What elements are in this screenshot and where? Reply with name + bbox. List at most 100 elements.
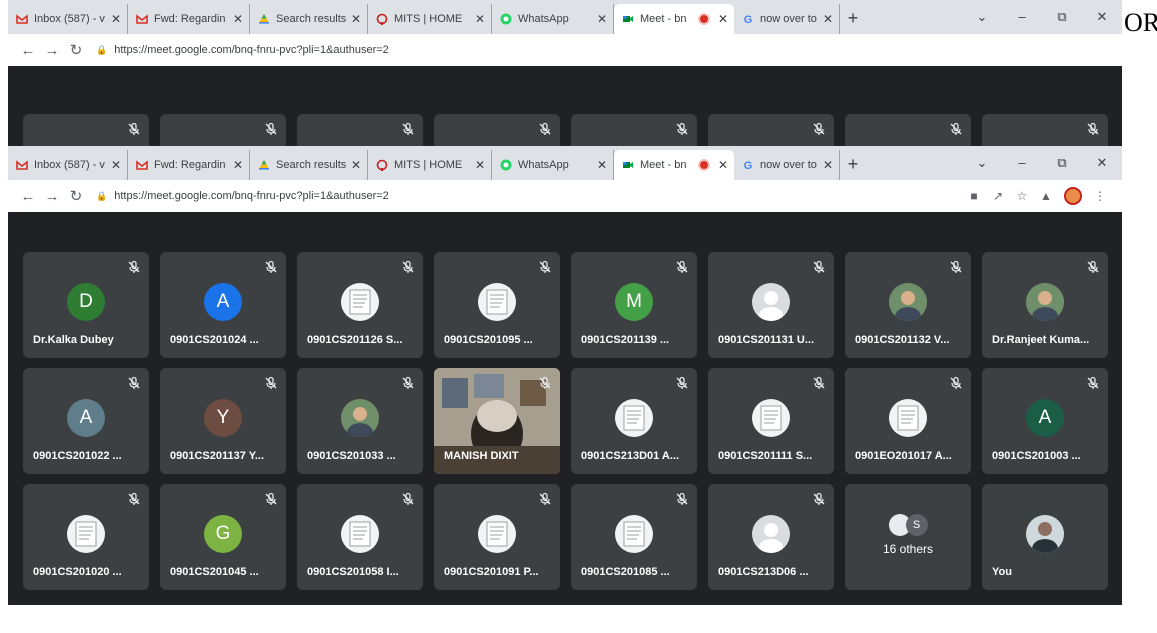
tab-strip: Inbox (587) - v ✕ Fwd: Regardin ✕ Search res… (8, 146, 1122, 180)
meet-icon (622, 13, 634, 25)
profile-avatar-icon[interactable] (1064, 187, 1082, 205)
tab-search-icon[interactable]: ⌄ (962, 146, 1002, 180)
tab-6[interactable]: Gnow over to yo ✕ (734, 150, 840, 180)
tab-5[interactable]: Meet - bn ✕ (614, 4, 734, 34)
tab-3[interactable]: MITS | HOME ✕ (368, 4, 492, 34)
close-window-button[interactable]: ✕ (1082, 146, 1122, 180)
others-tile[interactable]: S 16 others (845, 484, 971, 590)
participant-name: Dr.Ranjeet Kuma... (992, 334, 1090, 346)
bookmark-star-icon[interactable]: ☆ (1010, 189, 1034, 203)
participant-tile[interactable]: 0901CS213D06 ... (708, 484, 834, 590)
tab-2[interactable]: Search results ✕ (250, 150, 368, 180)
tab-title: Inbox (587) - v (34, 159, 105, 171)
close-tab-icon[interactable]: ✕ (823, 158, 833, 172)
close-tab-icon[interactable]: ✕ (111, 158, 121, 172)
close-window-button[interactable]: ✕ (1082, 0, 1122, 34)
participant-tile[interactable]: 0901CS213D01 A... (571, 368, 697, 474)
muted-mic-icon (538, 376, 552, 390)
minimize-button[interactable]: – (1002, 0, 1042, 34)
participant-tile[interactable]: 0901CS201132 V... (845, 252, 971, 358)
close-tab-icon[interactable]: ✕ (233, 158, 243, 172)
minimize-button[interactable]: – (1002, 146, 1042, 180)
restore-button[interactable]: ⧉ (1042, 0, 1082, 34)
tab-2[interactable]: Search results ✕ (250, 4, 368, 34)
participant-tile[interactable]: A 0901CS201003 ... (982, 368, 1108, 474)
participant-tile[interactable]: 0901CS201111 S... (708, 368, 834, 474)
participant-tile[interactable]: 0901EO201017 A... (845, 368, 971, 474)
forward-icon[interactable]: → (40, 42, 64, 59)
whatsapp-icon (500, 159, 512, 171)
reload-icon[interactable]: ↻ (64, 41, 88, 59)
participant-tile-partial (434, 114, 560, 148)
gmail-icon (16, 13, 28, 25)
new-tab-button[interactable]: + (840, 150, 866, 180)
close-tab-icon[interactable]: ✕ (475, 12, 485, 26)
tab-search-icon[interactable]: ⌄ (962, 0, 1002, 34)
participant-tile[interactable]: 0901CS201058 I... (297, 484, 423, 590)
menu-icon[interactable]: ⋮ (1088, 189, 1112, 203)
reload-icon[interactable]: ↻ (64, 187, 88, 205)
participant-avatar (615, 515, 653, 553)
close-tab-icon[interactable]: ✕ (597, 12, 607, 26)
participant-avatar (889, 399, 927, 437)
participant-tile[interactable]: A 0901CS201024 ... (160, 252, 286, 358)
mits-icon (376, 159, 388, 171)
participant-tile[interactable]: Y 0901CS201137 Y... (160, 368, 286, 474)
back-icon[interactable]: ← (16, 42, 40, 59)
close-tab-icon[interactable]: ✕ (823, 12, 833, 26)
close-tab-icon[interactable]: ✕ (233, 12, 243, 26)
close-tab-icon[interactable]: ✕ (475, 158, 485, 172)
participant-tile[interactable]: Dr.Ranjeet Kuma... (982, 252, 1108, 358)
participant-tile[interactable]: 0901CS201033 ... (297, 368, 423, 474)
overlay-text: OR (1124, 8, 1157, 37)
participant-tile[interactable]: M 0901CS201139 ... (571, 252, 697, 358)
extensions-icon[interactable]: ▲ (1034, 189, 1058, 203)
participant-tile-partial (160, 114, 286, 148)
participant-avatar (752, 283, 790, 321)
participant-tile[interactable]: G 0901CS201045 ... (160, 484, 286, 590)
muted-mic-icon (264, 122, 278, 136)
address-bar[interactable]: 🔒 https://meet.google.com/bnq-fnru-pvc?p… (96, 190, 389, 202)
close-tab-icon[interactable]: ✕ (111, 12, 121, 26)
participant-tile[interactable]: 0901CS201131 U... (708, 252, 834, 358)
tab-4[interactable]: WhatsApp ✕ (492, 150, 614, 180)
tab-3[interactable]: MITS | HOME ✕ (368, 150, 492, 180)
participant-name: MANISH DIXIT (444, 450, 519, 462)
restore-button[interactable]: ⧉ (1042, 146, 1082, 180)
close-tab-icon[interactable]: ✕ (351, 158, 361, 172)
muted-mic-icon (949, 122, 963, 136)
tab-0[interactable]: Inbox (587) - v ✕ (8, 150, 128, 180)
close-tab-icon[interactable]: ✕ (718, 158, 728, 172)
tab-6[interactable]: Gnow over to yo ✕ (734, 4, 840, 34)
participant-tile[interactable]: MANISH DIXIT (434, 368, 560, 474)
muted-mic-icon (1086, 122, 1100, 136)
participant-tile[interactable]: D Dr.Kalka Dubey (23, 252, 149, 358)
participant-tile[interactable]: 0901CS201085 ... (571, 484, 697, 590)
muted-mic-icon (812, 376, 826, 390)
forward-icon[interactable]: → (40, 188, 64, 205)
participant-tile[interactable]: 0901CS201020 ... (23, 484, 149, 590)
participant-tile[interactable]: 0901CS201126 S... (297, 252, 423, 358)
address-bar[interactable]: 🔒 https://meet.google.com/bnq-fnru-pvc?p… (96, 44, 389, 56)
participant-avatar: D (67, 283, 105, 321)
tab-4[interactable]: WhatsApp ✕ (492, 4, 614, 34)
close-tab-icon[interactable]: ✕ (351, 12, 361, 26)
participant-tile[interactable]: A 0901CS201022 ... (23, 368, 149, 474)
tab-0[interactable]: Inbox (587) - v ✕ (8, 4, 128, 34)
tab-1[interactable]: Fwd: Regardin ✕ (128, 150, 250, 180)
participant-tile[interactable]: 0901CS201095 ... (434, 252, 560, 358)
close-tab-icon[interactable]: ✕ (718, 12, 728, 26)
google-icon: G (742, 159, 754, 172)
participant-avatar (341, 283, 379, 321)
back-icon[interactable]: ← (16, 188, 40, 205)
muted-mic-icon (538, 260, 552, 274)
camera-icon[interactable]: ■ (962, 189, 986, 203)
self-tile[interactable]: You (982, 484, 1108, 590)
participant-tile[interactable]: 0901CS201091 P... (434, 484, 560, 590)
new-tab-button[interactable]: + (840, 4, 866, 34)
close-tab-icon[interactable]: ✕ (597, 158, 607, 172)
share-icon[interactable]: ↗ (986, 189, 1010, 203)
tab-1[interactable]: Fwd: Regardin ✕ (128, 4, 250, 34)
tab-5[interactable]: Meet - bn ✕ (614, 150, 734, 180)
muted-mic-icon (127, 260, 141, 274)
